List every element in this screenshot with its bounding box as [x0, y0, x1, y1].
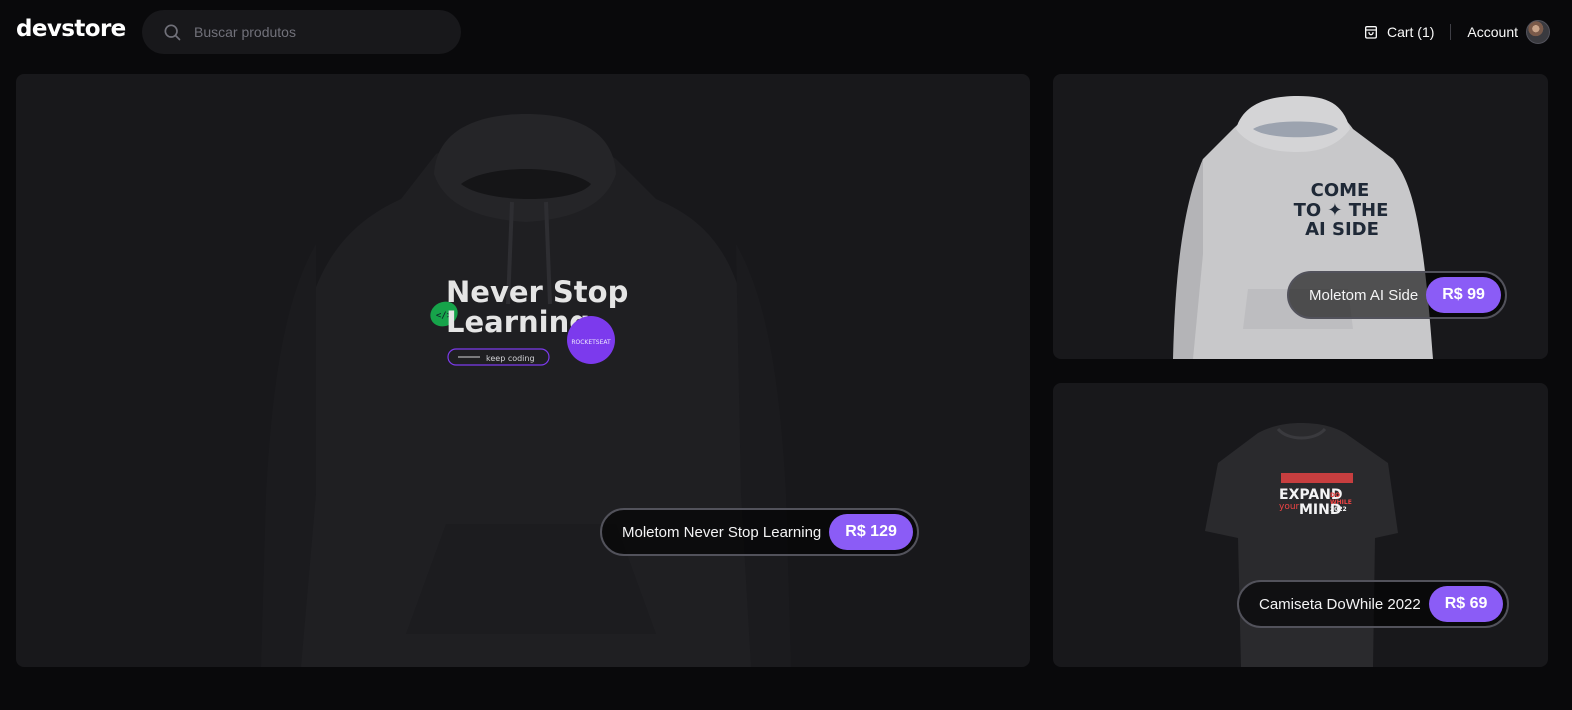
product-card-featured[interactable]: </> Never Stop Learning keep coding ROCK… — [16, 74, 1030, 667]
product-price: R$ 99 — [1426, 277, 1501, 313]
print-side1: DO — [1330, 492, 1340, 499]
hoodie-image: </> Never Stop Learning keep coding ROCK… — [261, 114, 791, 667]
product-card-dowhile[interactable]: EXPAND your MIND DO WHILE 2022 Camiseta … — [1053, 383, 1548, 667]
search-input[interactable] — [194, 24, 444, 40]
product-name: Moletom Never Stop Learning — [622, 523, 822, 541]
nav-divider — [1450, 24, 1452, 40]
cart-button[interactable]: Cart (1) — [1363, 24, 1434, 40]
header: devstore Cart (1) Account — [0, 0, 1572, 64]
cart-label: Cart (1) — [1386, 24, 1435, 40]
user-nav: Cart (1) Account — [1363, 18, 1550, 46]
product-price: R$ 69 — [1428, 586, 1504, 622]
product-card-ai-side[interactable]: COME TO ✦ THE AI SIDE Moletom AI Side R$… — [1053, 74, 1548, 359]
print-line2: TO ✦ THE — [1294, 200, 1389, 221]
print-badge: ROCKETSEAT — [571, 339, 611, 346]
print-side2: WHILE — [1330, 499, 1352, 506]
account-link[interactable]: Account — [1467, 20, 1550, 44]
product-name: Moletom AI Side — [1309, 286, 1419, 304]
product-price: R$ 129 — [829, 514, 913, 550]
print-line3: AI SIDE — [1305, 219, 1379, 240]
print-line1: Never Stop — [446, 275, 628, 309]
price-tag-featured: Moletom Never Stop Learning R$ 129 — [600, 508, 919, 556]
print-line2: your — [1279, 502, 1300, 512]
account-label: Account — [1467, 24, 1518, 40]
search-icon — [164, 24, 181, 41]
price-tag-ai-side: Moletom AI Side R$ 99 — [1287, 271, 1507, 319]
avatar[interactable] — [1526, 20, 1550, 44]
shopping-bag-icon — [1364, 25, 1377, 39]
logo[interactable]: devstore — [16, 16, 126, 42]
search-form[interactable] — [142, 10, 461, 54]
print-tag: keep coding — [486, 354, 535, 363]
print-side3: 2022 — [1330, 506, 1347, 513]
print-line1: COME — [1311, 180, 1370, 201]
price-tag-dowhile: Camiseta DoWhile 2022 R$ 69 — [1237, 580, 1510, 628]
product-name: Camiseta DoWhile 2022 — [1259, 595, 1421, 613]
